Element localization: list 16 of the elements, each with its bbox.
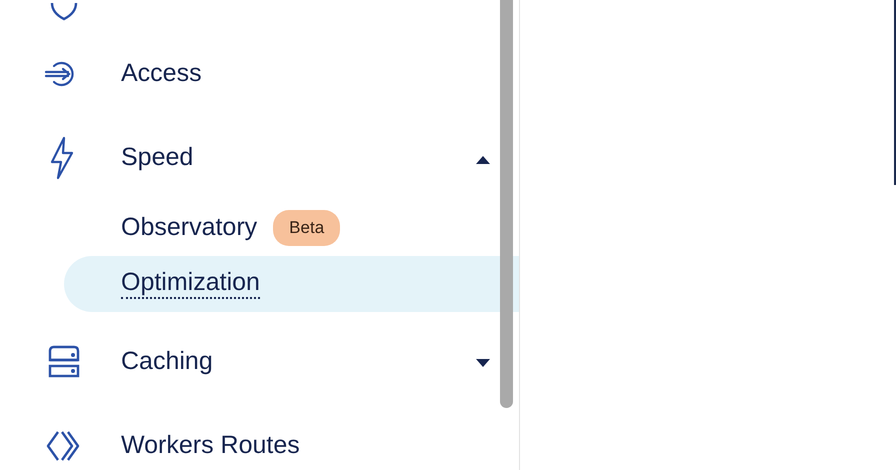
beta-badge: Beta — [273, 210, 340, 246]
submenu-item-label: Optimization — [121, 269, 260, 299]
submenu-item[interactable]: Optimization — [64, 256, 519, 312]
submenu-item[interactable]: Observatory Beta — [64, 200, 519, 256]
sidebar-item[interactable]: Speed — [0, 116, 519, 200]
sidebar-item-label: Speed — [121, 142, 194, 174]
sidebar-item-label: Caching — [121, 346, 214, 378]
sidebar-item-label: Workers Routes — [121, 430, 301, 462]
sidebar-item[interactable]: Access — [0, 32, 519, 116]
sidebar-item[interactable]: Workers Routes — [0, 404, 519, 470]
scrollbar-thumb[interactable] — [500, 0, 513, 408]
caret-down-icon[interactable] — [475, 358, 491, 368]
sidebar-item-label: Access — [121, 58, 203, 90]
submenu-item-label: Observatory — [121, 212, 258, 244]
sidebar-item[interactable]: Caching — [0, 320, 519, 404]
caret-up-icon[interactable] — [475, 154, 491, 164]
